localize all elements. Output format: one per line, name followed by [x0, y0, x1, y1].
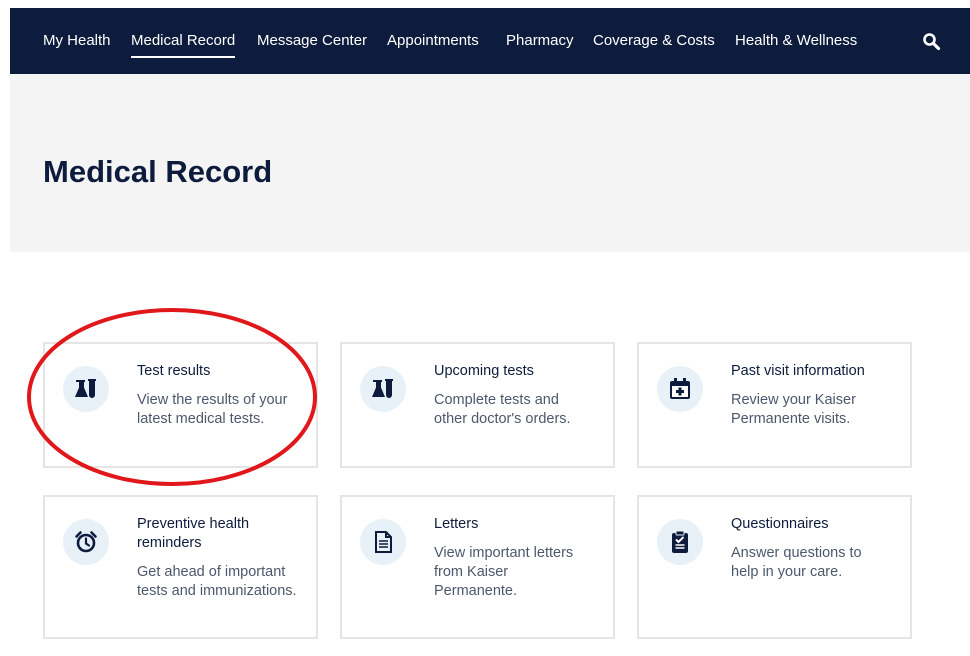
nav-appointments[interactable]: Appointments	[387, 32, 479, 49]
document-icon	[360, 519, 406, 565]
card-title: Preventive health reminders	[137, 516, 250, 551]
nav-pharmacy[interactable]: Pharmacy	[506, 32, 574, 49]
page-header-banner: Medical Record	[10, 74, 970, 252]
nav-coverage-costs[interactable]: Coverage & Costs	[593, 32, 715, 49]
card-description: Complete tests and other doctor's orders…	[434, 392, 571, 427]
card-upcoming-tests[interactable]: Upcoming tests Complete tests and other …	[340, 342, 615, 468]
card-letters[interactable]: Letters View important letters from Kais…	[340, 495, 615, 639]
lab-flask-icon	[360, 366, 406, 412]
nav-my-health[interactable]: My Health	[43, 32, 111, 49]
card-past-visit-information[interactable]: Past visit information Review your Kaise…	[637, 342, 912, 468]
card-test-results[interactable]: Test results View the results of your la…	[43, 342, 318, 468]
card-description: View important letters from Kaiser Perma…	[434, 545, 574, 599]
card-title: Test results	[137, 363, 211, 379]
card-title: Questionnaires	[731, 516, 829, 532]
card-description: Answer questions to help in your care.	[731, 545, 862, 580]
card-title: Letters	[434, 516, 479, 532]
nav-health-wellness[interactable]: Health & Wellness	[735, 32, 857, 49]
card-title: Upcoming tests	[434, 363, 534, 379]
nav-medical-record[interactable]: Medical Record	[131, 32, 236, 58]
card-description: View the results of your latest medical …	[137, 392, 288, 427]
card-title: Past visit information	[731, 363, 865, 379]
card-description: Get ahead of important tests and immuniz…	[137, 564, 297, 599]
card-preventive-health-reminders[interactable]: Preventive health reminders Get ahead of…	[43, 495, 318, 639]
page-title: Medical Record	[43, 154, 273, 189]
nav-message-center[interactable]: Message Center	[257, 32, 367, 49]
clipboard-check-icon	[657, 519, 703, 565]
card-questionnaires[interactable]: Questionnaires Answer questions to help …	[637, 495, 912, 639]
top-navigation: My Health Medical Record Message Center …	[10, 8, 970, 74]
alarm-clock-icon	[63, 519, 109, 565]
calendar-medical-icon	[657, 366, 703, 412]
lab-flask-icon	[63, 366, 109, 412]
card-description: Review your Kaiser Permanente visits.	[731, 392, 856, 427]
search-icon[interactable]	[920, 30, 944, 54]
